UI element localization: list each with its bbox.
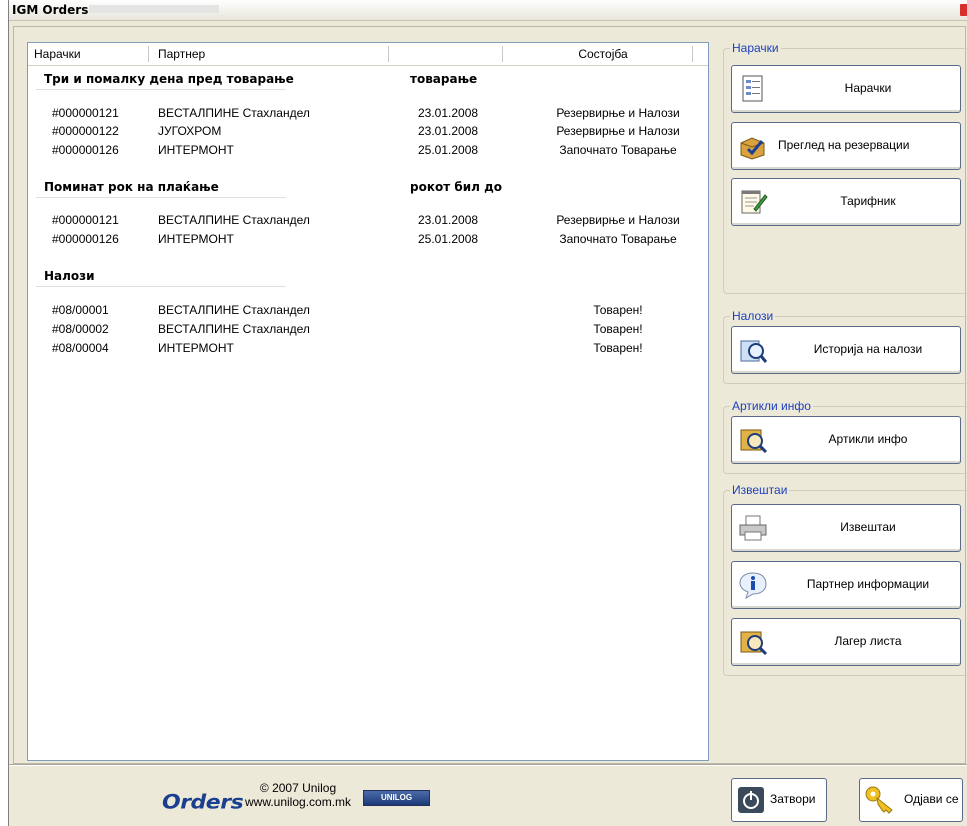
partner-name: ВЕСТАЛПИНЕ Стахландел	[158, 213, 310, 227]
column-separator[interactable]	[388, 46, 389, 62]
list-item[interactable]: #000000126 ИНТЕРМОНТ 25.01.2008 Започнат…	[28, 143, 708, 161]
section-divider	[36, 197, 286, 198]
partner-name: ВЕСТАЛПИНЕ Стахландел	[158, 303, 310, 317]
power-icon	[738, 787, 764, 813]
info-icon	[739, 572, 767, 600]
printer-icon	[739, 515, 767, 541]
tariff-button[interactable]: Тарифник	[731, 178, 961, 226]
reservations-review-label: Преглед на резервации	[778, 138, 910, 152]
close-button-label: Затвори	[770, 792, 816, 806]
column-header-orders[interactable]: Нарачки	[34, 47, 81, 61]
list-item[interactable]: #000000121 ВЕСТАЛПИНЕ Стахландел 23.01.2…	[28, 106, 708, 124]
group-label-nalozi: Налози	[730, 309, 776, 323]
section-title: Три и помалку дена пред товарање	[44, 72, 294, 86]
status: Резервирње и Налози	[556, 106, 680, 120]
order-id: #000000126	[52, 143, 119, 157]
list-header: Нарачки Партнер Состојба	[28, 43, 708, 66]
status: Товарен!	[593, 322, 643, 336]
unilog-logo: UNILOG	[363, 790, 430, 806]
status: Товарен!	[593, 341, 643, 355]
partner-name: ВЕСТАЛПИНЕ Стахландел	[158, 106, 310, 120]
group-label-reports: Извештаи	[730, 483, 790, 497]
group-label-articles: Артикли инфо	[730, 399, 813, 413]
list-item[interactable]: #08/00004 ИНТЕРМОНТ Товарен!	[28, 341, 708, 359]
order-history-button[interactable]: Историја на налози	[731, 326, 961, 374]
partner-name: ЈУГОХРОМ	[158, 124, 222, 138]
partner-name: ВЕСТАЛПИНЕ Стахландел	[158, 322, 310, 336]
section-divider	[36, 286, 286, 287]
reservations-review-button[interactable]: Преглед на резервации	[731, 122, 961, 170]
list-item[interactable]: #08/00002 ВЕСТАЛПИНЕ Стахландел Товарен!	[28, 322, 708, 340]
box-search-icon	[740, 631, 768, 656]
articles-info-button[interactable]: Артикли инфо	[731, 416, 961, 464]
order-id: #000000126	[52, 232, 119, 246]
stock-list-button[interactable]: Лагер листа	[731, 618, 961, 666]
title-bar: IGM Orders	[9, 0, 967, 21]
partner-name: ИНТЕРМОНТ	[158, 143, 234, 157]
box-check-icon	[740, 137, 765, 160]
order-id: #08/00004	[52, 341, 109, 355]
stock-list-label: Лагер листа	[834, 634, 902, 648]
column-header-status[interactable]: Состојба	[528, 47, 678, 61]
logout-button[interactable]: Одјави се	[859, 778, 963, 822]
website-text: www.unilog.com.mk	[245, 795, 352, 809]
date: 23.01.2008	[418, 213, 479, 227]
group-label-orders: Нарачки	[730, 41, 781, 55]
copyright-block: © 2007 Unilog www.unilog.com.mk	[245, 781, 351, 809]
document-list-icon	[742, 75, 763, 102]
order-id: #08/00001	[52, 303, 109, 317]
orders-list[interactable]: Нарачки Партнер Состојба Три и помалку д…	[27, 42, 709, 761]
section-title: Поминат рок на плаќање	[44, 180, 219, 194]
column-separator[interactable]	[692, 46, 693, 62]
copyright-text: © 2007 Unilog	[259, 781, 337, 795]
orders-button-label: Нарачки	[844, 81, 892, 95]
logout-button-label: Одјави се	[904, 792, 959, 806]
list-item[interactable]: #08/00001 ВЕСТАЛПИНЕ Стахландел Товарен!	[28, 303, 708, 321]
search-documents-icon	[740, 340, 768, 363]
tariff-button-label: Тарифник	[840, 194, 896, 208]
key-icon	[865, 786, 893, 814]
section-divider	[36, 89, 286, 90]
list-item[interactable]: #000000121 ВЕСТАЛПИНЕ Стахландел 23.01.2…	[28, 213, 708, 231]
status: Започнато Товарање	[559, 143, 677, 157]
date: 25.01.2008	[418, 232, 479, 246]
date: 23.01.2008	[418, 124, 479, 138]
section-title: Налози	[44, 269, 95, 283]
articles-info-label: Артикли инфо	[828, 432, 908, 446]
partner-name: ИНТЕРМОНТ	[158, 341, 234, 355]
list-item[interactable]: #000000122 ЈУГОХРОМ 23.01.2008 Резервирњ…	[28, 124, 708, 142]
title-redacted	[89, 5, 219, 13]
partner-info-button[interactable]: Партнер информации	[731, 561, 961, 609]
orders-button[interactable]: Нарачки	[731, 65, 961, 113]
reports-button[interactable]: Извештаи	[731, 504, 961, 552]
column-header-partner[interactable]: Партнер	[158, 47, 205, 61]
column-separator[interactable]	[148, 46, 149, 62]
order-history-label: Историја на налози	[813, 342, 923, 356]
window-title: IGM Orders	[12, 3, 89, 17]
order-id: #000000122	[52, 124, 119, 138]
date: 25.01.2008	[418, 143, 479, 157]
date: 23.01.2008	[418, 106, 479, 120]
status: Товарен!	[593, 303, 643, 317]
partner-name: ИНТЕРМОНТ	[158, 232, 234, 246]
status: Резервирње и Налози	[556, 213, 680, 227]
partner-info-label: Партнер информации	[806, 577, 930, 591]
order-id: #000000121	[52, 213, 119, 227]
order-id: #000000121	[52, 106, 119, 120]
notepad-pencil-icon	[741, 190, 768, 214]
section-date-header: товарање	[410, 72, 478, 86]
app-window: IGM Orders Нарачки Партнер Состојба Три …	[8, 0, 967, 826]
reports-button-label: Извештаи	[840, 520, 896, 534]
orders-logo: Orders	[162, 791, 244, 814]
footer-divider	[9, 764, 967, 766]
order-id: #08/00002	[52, 322, 109, 336]
status: Резервирње и Налози	[556, 124, 680, 138]
close-window-icon[interactable]	[960, 4, 967, 16]
list-item[interactable]: #000000126 ИНТЕРМОНТ 25.01.2008 Започнат…	[28, 232, 708, 250]
close-button[interactable]: Затвори	[731, 778, 827, 822]
column-separator[interactable]	[502, 46, 503, 62]
status: Започнато Товарање	[559, 232, 677, 246]
box-search-icon	[740, 429, 768, 454]
section-date-header: рокот бил до	[410, 180, 503, 194]
